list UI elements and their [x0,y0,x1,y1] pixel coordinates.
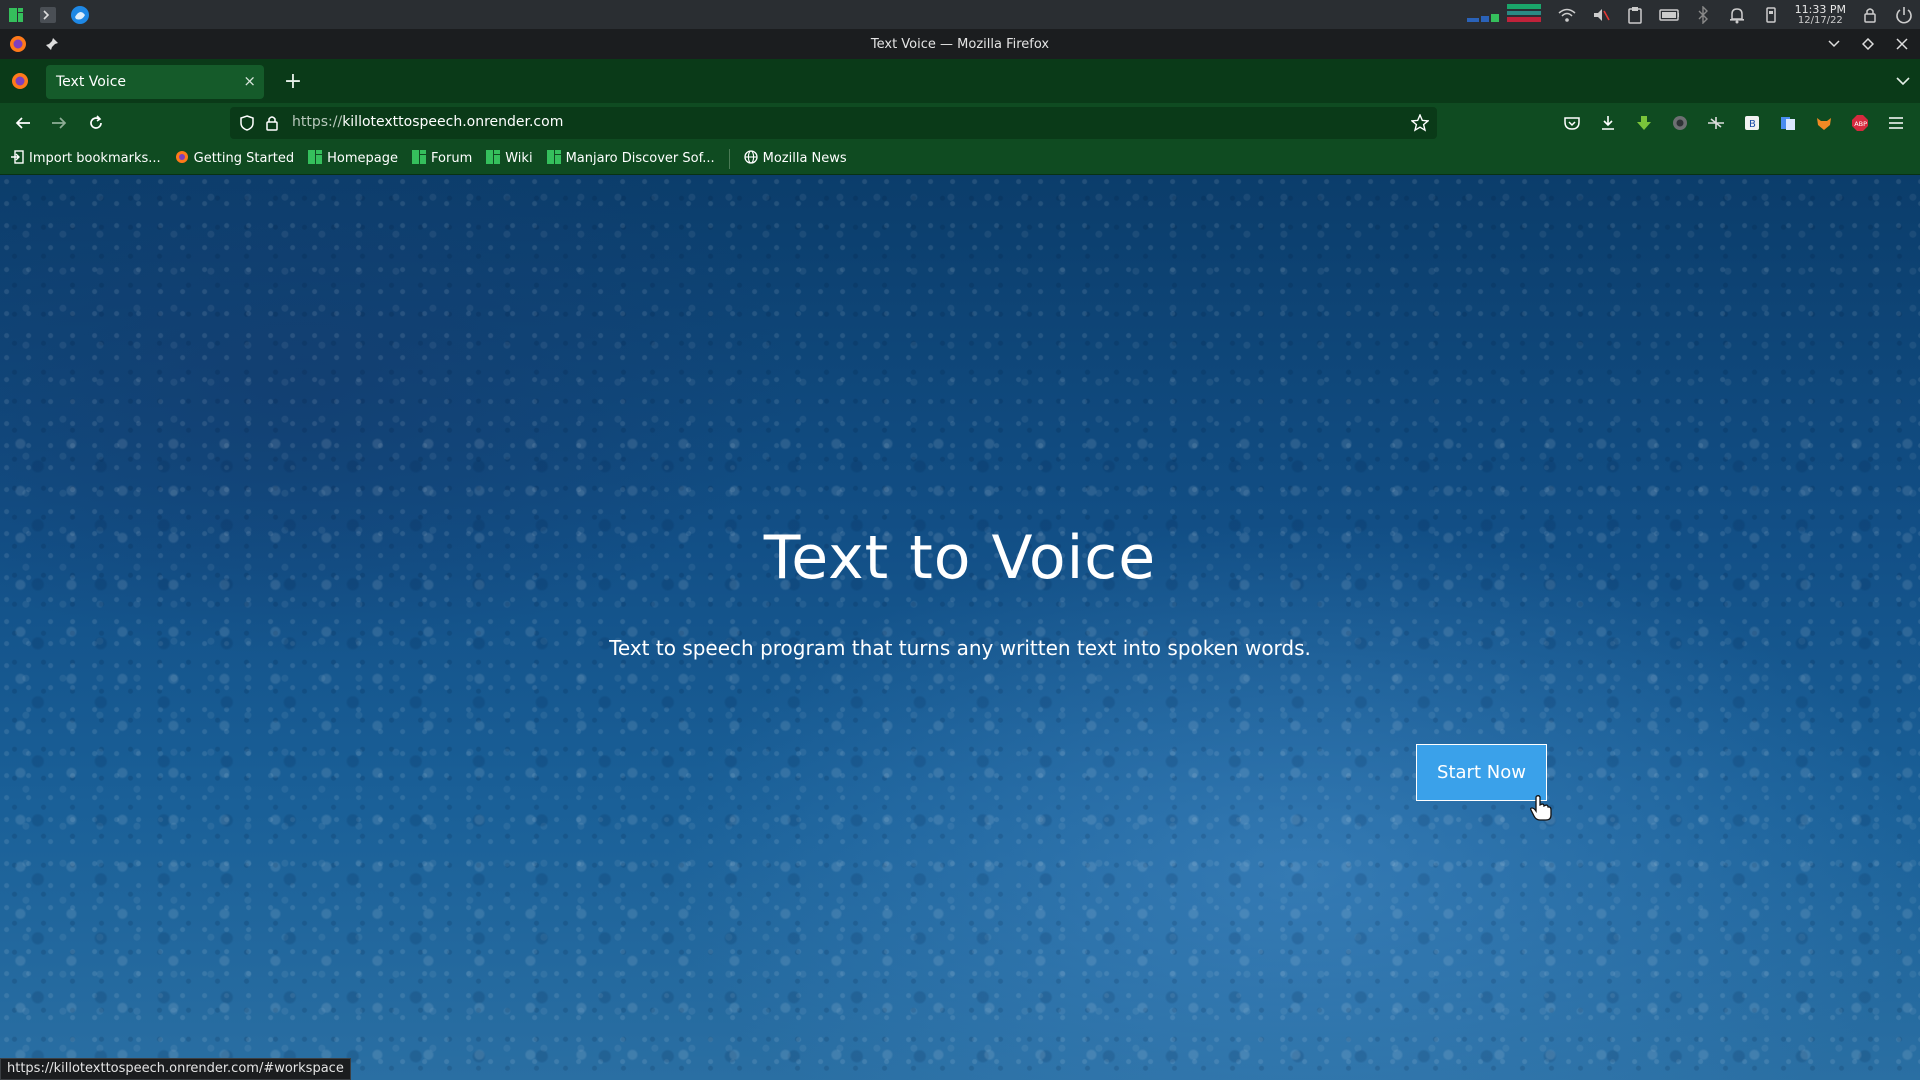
bookmark-label: Forum [431,151,473,166]
download-manager-extension-icon[interactable] [1633,112,1655,134]
power-icon[interactable] [1894,5,1914,25]
terminal-icon[interactable] [38,5,58,25]
manjaro-launcher-icon[interactable] [6,5,26,25]
firefox-icon [175,150,189,168]
bookmark-mozilla-news[interactable]: Mozilla News [743,149,847,168]
fox-extension-icon[interactable] [1813,112,1835,134]
clock-date: 12/17/22 [1797,14,1843,26]
bookmark-star-icon[interactable] [1410,113,1430,136]
hero-subtitle: Text to speech program that turns any wr… [609,636,1311,660]
start-now-button[interactable]: Start Now [1416,744,1547,801]
address-bar[interactable]: https://killotexttospeech.onrender.com [230,107,1437,139]
firefox-taskbar-icon[interactable] [70,5,90,25]
tab-label: Text Voice [56,74,127,90]
bookmark-homepage[interactable]: Homepage [308,149,399,168]
bookmark-wiki[interactable]: Wiki [486,149,533,168]
privacy-extension-icon[interactable] [1669,112,1691,134]
lock-screen-icon[interactable] [1860,5,1880,25]
bookmark-forum[interactable]: Forum [412,149,473,168]
system-panel: 11:33 PM 12/17/22 [0,0,1920,29]
bookmark-label: Mozilla News [762,151,847,166]
firefox-view-icon[interactable] [10,71,30,91]
bookmark-label: Homepage [327,151,399,166]
bookmark-label: Import bookmarks... [29,151,161,166]
bookmarks-toolbar: Import bookmarks... Getting Started Home… [0,143,1920,175]
wifi-icon[interactable] [1557,5,1577,25]
clipboard-icon[interactable] [1625,5,1645,25]
import-icon [10,149,24,168]
hand-cursor-icon [1530,795,1552,825]
globe-icon [743,149,758,168]
url-protocol: https:// [292,114,343,130]
downloads-icon[interactable] [1597,112,1619,134]
pocket-icon[interactable] [1561,112,1583,134]
bookmark-label: Wiki [505,151,533,166]
usb-device-icon[interactable] [1761,5,1781,25]
new-tab-button[interactable]: + [280,68,306,94]
extension-b-icon[interactable]: B [1741,112,1763,134]
bookmark-manjaro-discover[interactable]: Manjaro Discover Sof... [546,149,715,168]
manjaro-icon [486,149,501,168]
svg-text:ABP: ABP [1854,120,1867,128]
translate-extension-icon[interactable] [1777,112,1799,134]
close-window-icon[interactable] [1892,34,1912,54]
bookmark-getting-started[interactable]: Getting Started [175,150,295,168]
tab-close-icon[interactable]: × [243,72,256,90]
clock-time: 11:33 PM [1794,2,1846,16]
maximize-icon[interactable] [1858,34,1878,54]
bookmarks-separator [728,148,730,169]
bookmark-label: Manjaro Discover Sof... [565,151,715,166]
tracking-protection-shield-icon[interactable] [240,115,254,135]
hero-title: Text to Voice [763,523,1157,593]
status-link-preview: https://killotexttospeech.onrender.com/#… [0,1058,351,1080]
page-content: Text to Voice Text to speech program tha… [0,175,1920,1080]
lock-icon[interactable] [266,115,278,135]
manjaro-icon [308,149,323,168]
minimize-icon[interactable] [1824,34,1844,54]
volume-muted-icon[interactable] [1591,5,1611,25]
application-menu-icon[interactable] [1885,112,1907,134]
url-text[interactable]: https://killotexttospeech.onrender.com [292,114,563,130]
window-titlebar[interactable]: Text Voice — Mozilla Firefox [0,29,1920,59]
firefox-app-icon [8,34,28,54]
forward-button[interactable] [47,111,71,135]
bluetooth-icon[interactable] [1693,5,1713,25]
battery-icon[interactable] [1658,5,1679,25]
proxy-extension-icon[interactable] [1705,112,1727,134]
tab-text-voice[interactable]: Text Voice × [46,65,264,99]
reload-button[interactable] [84,111,108,135]
url-host: killotexttospeech.onrender.com [342,114,564,130]
svg-text:B: B [1749,119,1756,130]
pin-icon[interactable] [42,34,62,54]
list-all-tabs-icon[interactable] [1896,71,1910,90]
bookmark-import[interactable]: Import bookmarks... [10,149,161,168]
manjaro-icon [412,149,427,168]
system-monitor-icon[interactable] [1466,2,1543,28]
adblock-plus-icon[interactable]: ABP [1849,112,1871,134]
clock[interactable]: 11:33 PM 12/17/22 [1795,4,1846,26]
bookmark-label: Getting Started [193,151,295,166]
notifications-bell-icon[interactable] [1727,5,1747,25]
window-title: Text Voice — Mozilla Firefox [870,36,1050,52]
tab-strip: Text Voice × + [0,59,1920,103]
back-button[interactable] [11,111,35,135]
navigation-toolbar: https://killotexttospeech.onrender.com B… [0,103,1920,143]
manjaro-icon [546,149,561,168]
